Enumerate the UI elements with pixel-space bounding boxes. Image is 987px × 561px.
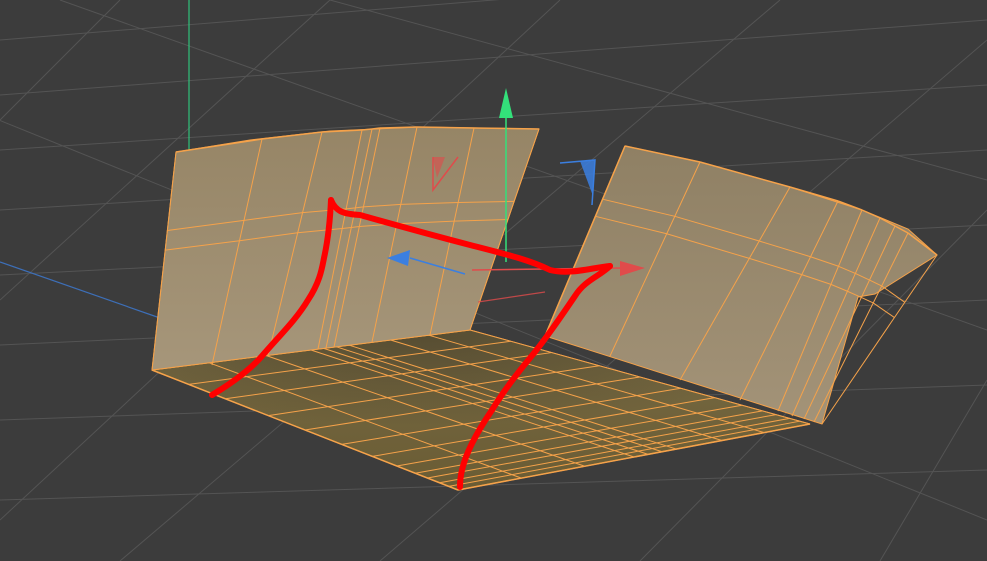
mesh-edge: [379, 126, 418, 129]
world-x-axis-line: [0, 261, 161, 319]
gizmo-zy-plane-fill[interactable]: [580, 160, 595, 196]
mesh-edge: [371, 127, 381, 130]
arrow-up-icon[interactable]: [499, 88, 513, 118]
mesh-edge: [861, 296, 874, 304]
grid-line: [0, 0, 500, 41]
mesh-edge: [416, 126, 475, 129]
3d-viewport[interactable]: [0, 0, 987, 561]
gizmo-xz-plane-handle[interactable]: [477, 291, 546, 303]
mesh-edge: [361, 128, 373, 131]
grid-line: [0, 0, 121, 121]
